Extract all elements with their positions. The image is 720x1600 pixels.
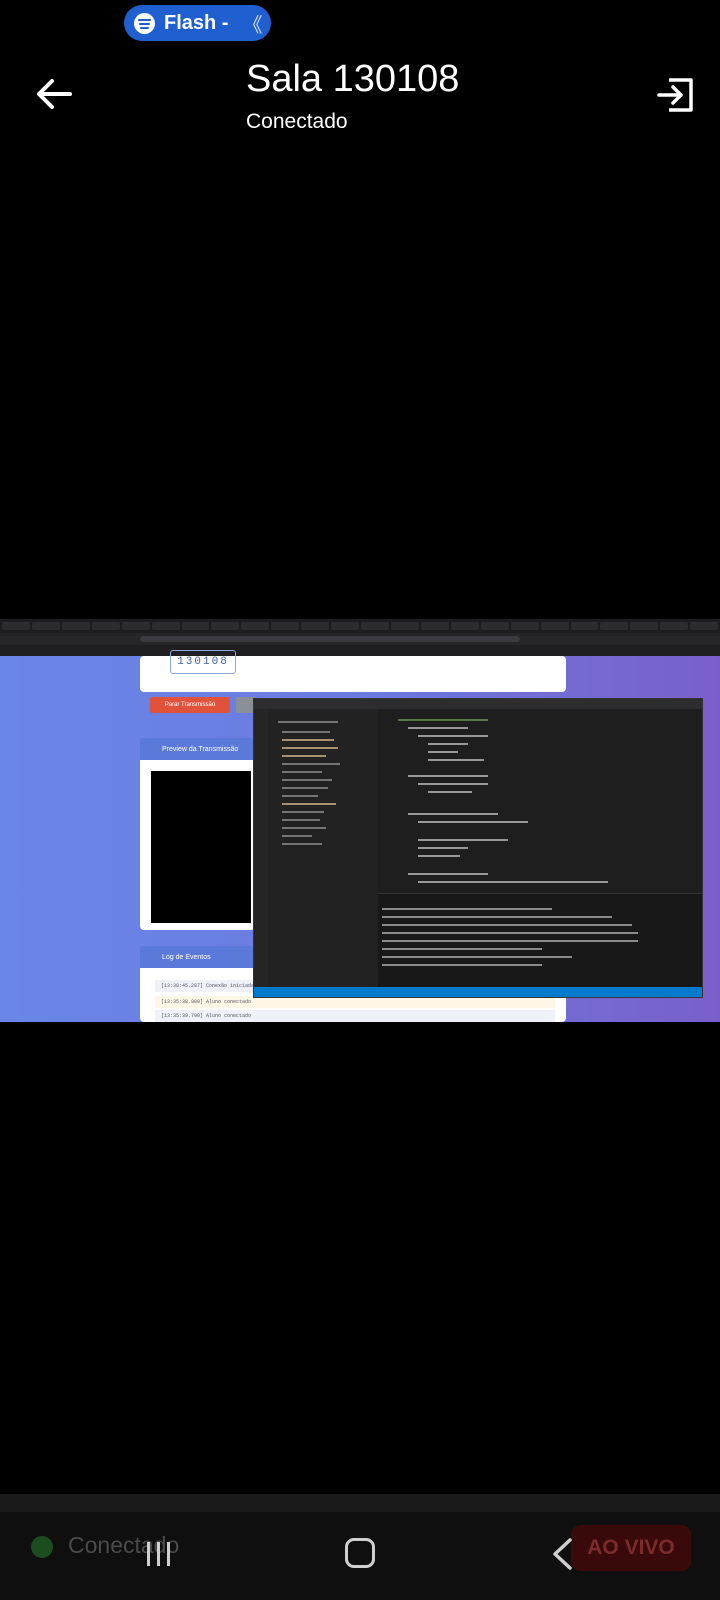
home-icon[interactable] bbox=[345, 1538, 375, 1568]
log-title: Log de Eventos bbox=[140, 946, 255, 968]
media-pill[interactable]: Flash - 《 bbox=[124, 5, 271, 41]
terminal-pane bbox=[378, 893, 702, 987]
connection-status: Conectado bbox=[246, 110, 348, 133]
code-editor-window bbox=[253, 698, 703, 998]
arrow-left-icon[interactable] bbox=[34, 74, 74, 114]
browser-tab-strip bbox=[0, 619, 720, 633]
room-title: Sala 130108 bbox=[246, 58, 460, 100]
preview-video bbox=[151, 771, 251, 923]
file-explorer bbox=[268, 709, 378, 987]
connection-dot bbox=[31, 1536, 53, 1558]
editor-title-bar bbox=[254, 699, 702, 709]
stop-transmission-button: Parar Transmissão bbox=[150, 697, 230, 713]
browser-bookmarks-bar bbox=[0, 645, 720, 656]
chevron-left-icon: 《 bbox=[242, 14, 263, 37]
exit-icon[interactable] bbox=[655, 74, 697, 116]
editor-status-bar bbox=[254, 987, 702, 997]
recent-apps-icon[interactable] bbox=[145, 1540, 173, 1568]
media-pill-label: Flash - bbox=[164, 11, 229, 34]
editor-pane bbox=[378, 709, 702, 893]
log-line: [13:38:45.287] Conexão iniciada bbox=[155, 980, 255, 992]
back-icon[interactable] bbox=[550, 1538, 574, 1570]
preview-title: Preview da Transmissão bbox=[140, 738, 255, 760]
activity-bar bbox=[254, 709, 268, 987]
live-button[interactable]: AO VIVO bbox=[571, 1525, 691, 1571]
log-line: [13:35:39.790] Aluno conectado bbox=[155, 1010, 555, 1022]
spotify-icon bbox=[134, 12, 155, 34]
browser-url-bar bbox=[0, 633, 720, 645]
room-code-box: 130108 bbox=[170, 650, 236, 674]
